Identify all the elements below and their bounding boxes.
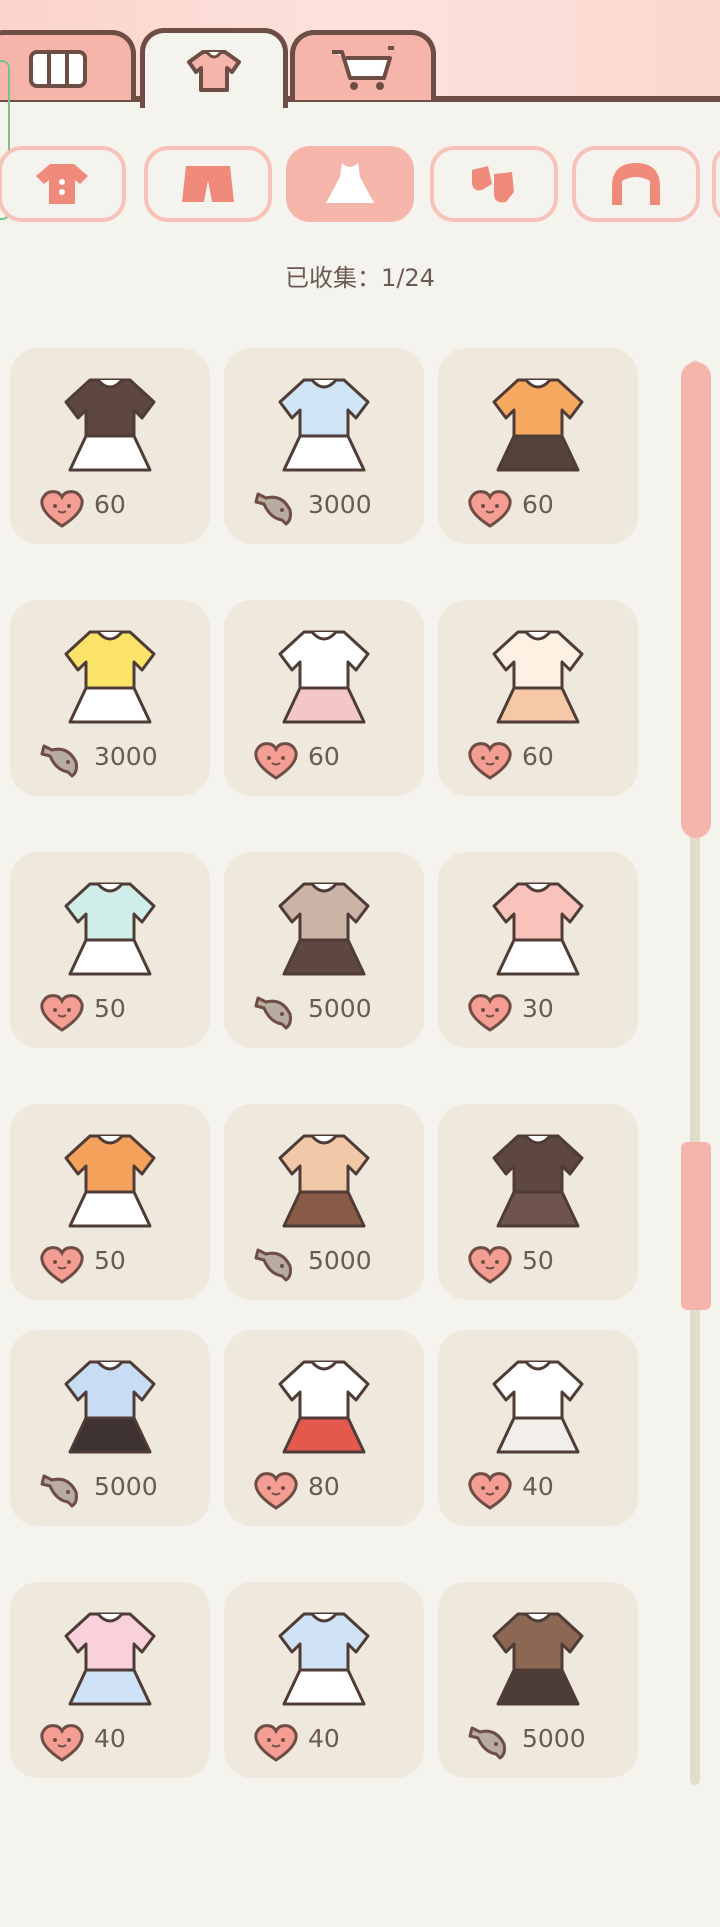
- heart-currency-icon: [254, 1472, 298, 1510]
- item-price: 5000: [522, 1724, 586, 1753]
- tab-shop[interactable]: [290, 30, 436, 100]
- dress-icon: [326, 163, 374, 203]
- item-price: 80: [308, 1472, 340, 1501]
- category-hair[interactable]: [572, 146, 700, 222]
- category-socks[interactable]: [430, 146, 558, 222]
- item-card[interactable]: 5000: [438, 1582, 638, 1778]
- item-price: 40: [522, 1472, 554, 1501]
- heart-currency-icon: [468, 1246, 512, 1284]
- item-price: 40: [308, 1724, 340, 1753]
- item-card[interactable]: 3000: [10, 600, 210, 796]
- fish-currency-icon: [40, 1474, 78, 1508]
- scrollbar-thumb[interactable]: [681, 362, 711, 838]
- heart-currency-icon: [40, 490, 84, 528]
- heart-currency-icon: [40, 1724, 84, 1762]
- item-price: 60: [522, 490, 554, 519]
- outfit-icon: [278, 630, 370, 724]
- outfit-icon: [492, 882, 584, 976]
- item-price: 30: [522, 994, 554, 1023]
- item-price: 60: [308, 742, 340, 771]
- tab-wardrobe[interactable]: [0, 30, 136, 100]
- item-price: 5000: [94, 1472, 158, 1501]
- category-tops[interactable]: [0, 146, 126, 222]
- heart-currency-icon: [468, 1472, 512, 1510]
- outfit-icon: [278, 882, 370, 976]
- heart-currency-icon: [40, 1246, 84, 1284]
- outfit-icon: [492, 1134, 584, 1228]
- fish-currency-icon: [254, 996, 292, 1030]
- item-card[interactable]: 5000: [224, 1104, 424, 1300]
- outfit-icon: [64, 378, 156, 472]
- item-price: 50: [94, 1246, 126, 1275]
- outfit-icon: [64, 1612, 156, 1706]
- outfit-icon: [64, 1134, 156, 1228]
- tab-clothes[interactable]: [140, 28, 288, 108]
- heart-currency-icon: [468, 742, 512, 780]
- category-more[interactable]: [712, 146, 720, 222]
- outfit-icon: [492, 630, 584, 724]
- outfit-icon: [278, 378, 370, 472]
- item-card[interactable]: 40: [438, 1330, 638, 1526]
- fish-currency-icon: [40, 744, 78, 778]
- wardrobe-icon: [29, 49, 87, 88]
- category-bottoms[interactable]: [144, 146, 272, 222]
- cart-icon: [332, 45, 394, 90]
- item-card[interactable]: 5000: [224, 852, 424, 1048]
- scrollbar-thumb-secondary[interactable]: [681, 1142, 711, 1310]
- outfit-icon: [492, 1360, 584, 1454]
- item-card[interactable]: 60: [224, 600, 424, 796]
- item-card[interactable]: 60: [438, 348, 638, 544]
- item-card[interactable]: 60: [438, 600, 638, 796]
- heart-currency-icon: [468, 994, 512, 1032]
- item-card[interactable]: 3000: [224, 348, 424, 544]
- shirt-icon: [187, 49, 241, 92]
- item-card[interactable]: 50: [438, 1104, 638, 1300]
- heart-currency-icon: [40, 994, 84, 1032]
- hair-icon: [612, 163, 660, 205]
- heart-currency-icon: [254, 1724, 298, 1762]
- fish-currency-icon: [254, 492, 292, 526]
- outfit-icon: [492, 1612, 584, 1706]
- item-card[interactable]: 80: [224, 1330, 424, 1526]
- item-card[interactable]: 60: [10, 348, 210, 544]
- outfit-icon: [492, 378, 584, 472]
- collected-count: 已收集：1/24: [285, 264, 435, 292]
- socks-icon: [472, 166, 514, 203]
- outfit-icon: [278, 1612, 370, 1706]
- outfit-icon: [64, 882, 156, 976]
- heart-currency-icon: [468, 490, 512, 528]
- top-icon: [36, 164, 88, 204]
- outfit-icon: [64, 1360, 156, 1454]
- item-price: 50: [522, 1246, 554, 1275]
- heart-currency-icon: [254, 742, 298, 780]
- item-card[interactable]: 30: [438, 852, 638, 1048]
- item-price: 60: [522, 742, 554, 771]
- outfit-icon: [64, 630, 156, 724]
- shorts-icon: [182, 166, 234, 202]
- item-price: 40: [94, 1724, 126, 1753]
- category-bar: [0, 146, 720, 222]
- item-price: 5000: [308, 994, 372, 1023]
- item-price: 3000: [308, 490, 372, 519]
- item-price: 5000: [308, 1246, 372, 1275]
- item-price: 3000: [94, 742, 158, 771]
- item-card[interactable]: 5000: [10, 1330, 210, 1526]
- item-card[interactable]: 40: [224, 1582, 424, 1778]
- item-card[interactable]: 50: [10, 1104, 210, 1300]
- item-price: 50: [94, 994, 126, 1023]
- fish-currency-icon: [254, 1248, 292, 1282]
- item-price: 60: [94, 490, 126, 519]
- category-dresses[interactable]: [286, 146, 414, 222]
- outfit-icon: [278, 1360, 370, 1454]
- item-card[interactable]: 50: [10, 852, 210, 1048]
- outfit-icon: [278, 1134, 370, 1228]
- fish-currency-icon: [468, 1726, 506, 1760]
- item-card[interactable]: 40: [10, 1582, 210, 1778]
